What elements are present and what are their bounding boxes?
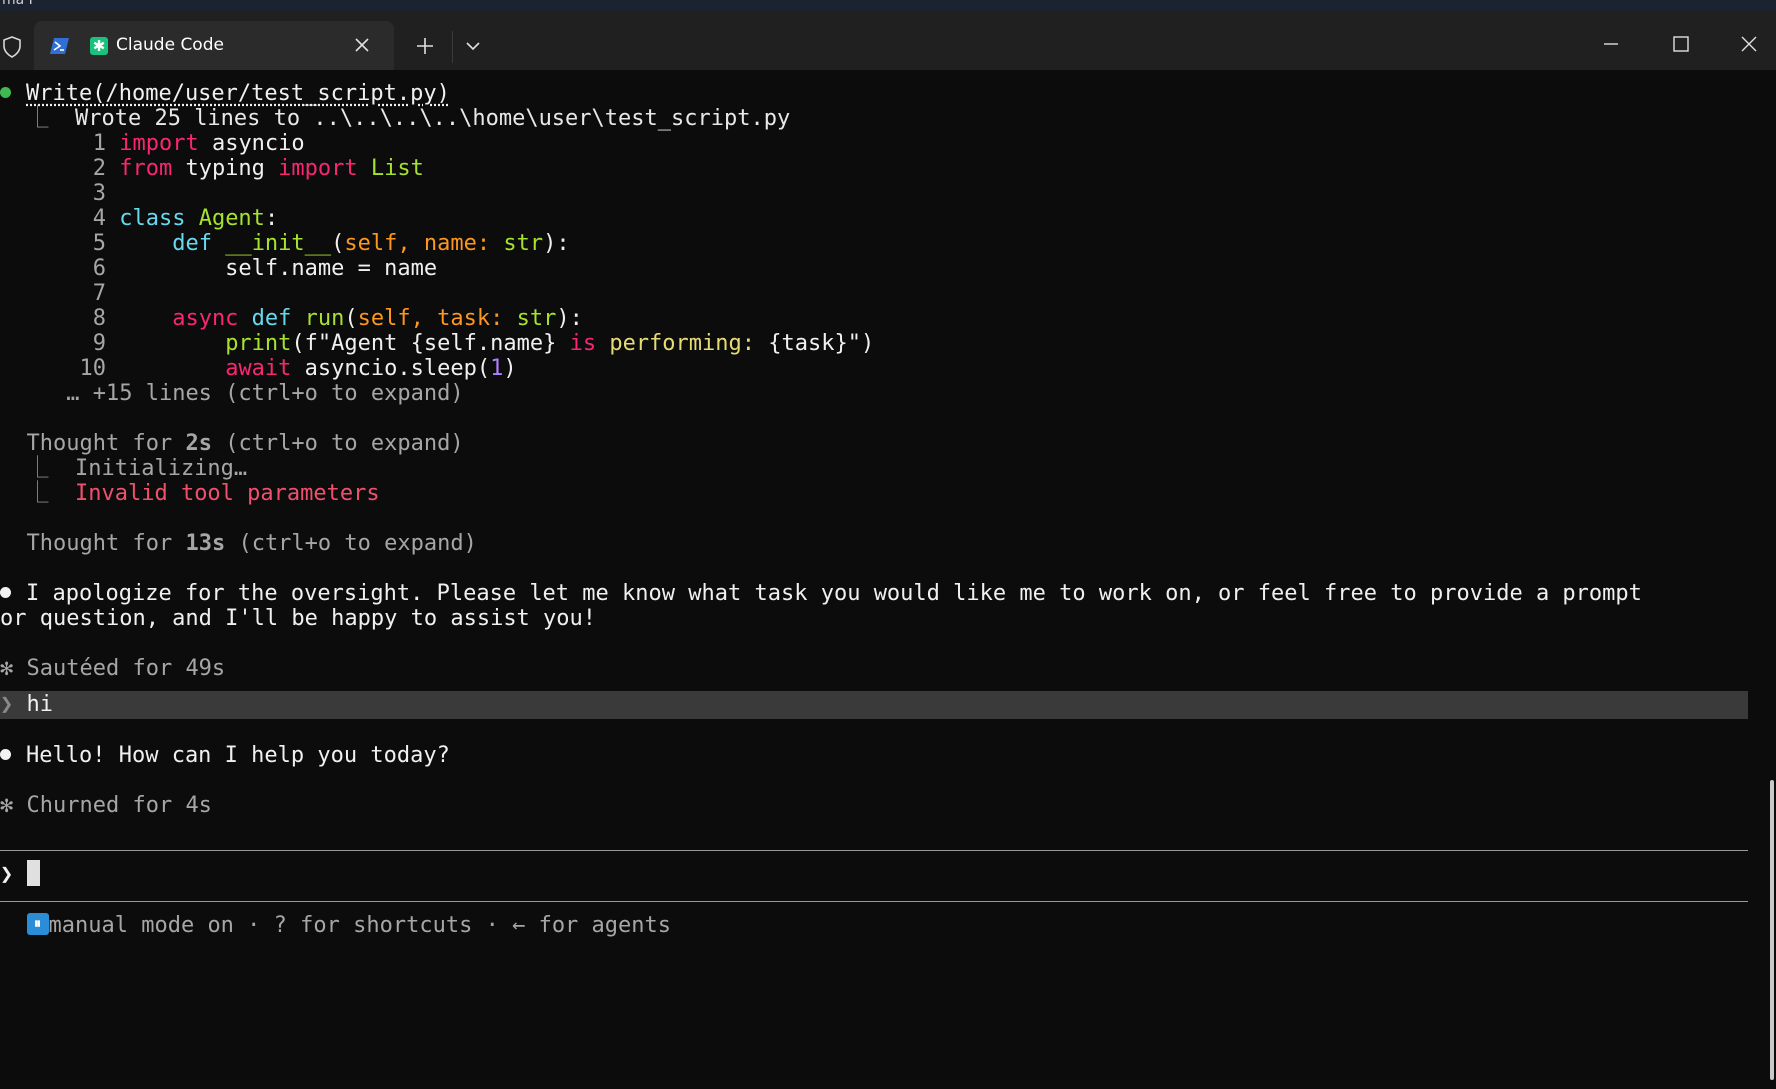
code-line: 9 print(f"Agent {self.name} is performin… [0,331,875,356]
status-line: ✻ Churned for 4s [0,793,212,818]
pause-icon: ⏸ [26,913,49,935]
tool-result: Wrote 25 lines to ..\..\..\..\home\user\… [74,106,791,131]
input-prompt[interactable]: ❯ [0,860,40,889]
tab-claude-code[interactable]: ✱ Claude Code [34,21,394,70]
code-line: 4 class Agent: [0,206,279,231]
input-top-rule [0,850,1748,851]
thought-line[interactable]: Thought for 13s (ctrl+o to expand) [0,530,477,558]
thought-child: ⎿ Initializing… [0,456,248,481]
code-line: 2 from typing import List [0,156,424,181]
tab-title: Claude Code [116,35,224,55]
tab-divider [452,31,453,63]
success-dot-icon [0,86,11,98]
spinner-icon: ✻ [0,656,27,681]
claude-code-icon: ✱ [90,37,108,55]
powershell-icon [50,38,69,54]
expand-hint[interactable]: … +15 lines (ctrl+o to expand) [0,380,463,408]
tool-result-line: ⎿ Wrote 25 lines to ..\..\..\..\home\use… [0,106,791,131]
footer-hints: ⏸ manual mode on · ? for shortcuts · ← fo… [0,912,671,940]
input-chevron-icon: ❯ [0,862,27,887]
text-cursor[interactable] [26,860,40,886]
input-bottom-rule [0,901,1748,902]
code-line: 7 [0,281,106,306]
new-tab-icon[interactable] [414,35,436,57]
minimize-icon[interactable] [1598,31,1624,57]
thought-error: ⎿ Invalid tool parameters [0,481,380,506]
tool-call: Write(/home/user/test_script.py) [26,81,450,106]
code-line: 8 async def run(self, task: str): [0,306,583,331]
code-line: 5 def __init__(self, name: str): [0,231,570,256]
desktop-fragment: ma I [2,0,33,8]
message-dot-icon [0,748,11,760]
maximize-icon[interactable] [1668,31,1694,57]
user-prompt: ❯ hi [0,692,53,717]
chevron-down-icon[interactable] [464,39,482,53]
status-line: ✻ Sautéed for 49s [0,656,226,681]
close-window-icon[interactable] [1736,31,1762,57]
desktop-strip: ma I [0,0,1776,11]
assistant-message-cont: or question, and I'll be happy to assist… [0,606,597,631]
title-bar: ✱ Claude Code [0,11,1776,70]
assistant-message: I apologize for the oversight. Please le… [0,580,1642,608]
user-prompt-bar [0,691,1748,719]
code-line: 6 self.name = name [0,256,438,281]
thought-line[interactable]: Thought for 2s (ctrl+o to expand) [0,430,464,458]
tool-call-line: Write(/home/user/test_script.py) [0,80,450,108]
spinner-icon: ✻ [0,793,27,818]
close-tab-icon[interactable] [352,35,372,55]
prompt-chevron-icon: ❯ [0,692,27,717]
terminal-output: Write(/home/user/test_script.py) ⎿ Wrote… [0,70,1748,1089]
shield-icon [3,36,21,58]
code-line: 3 [0,181,106,206]
scrollbar[interactable] [1770,780,1774,1080]
assistant-message: Hello! How can I help you today? [0,742,450,770]
code-line: 1 import asyncio [0,131,305,156]
code-line: 10 await asyncio.sleep(1) [0,356,517,381]
message-dot-icon [0,586,11,598]
